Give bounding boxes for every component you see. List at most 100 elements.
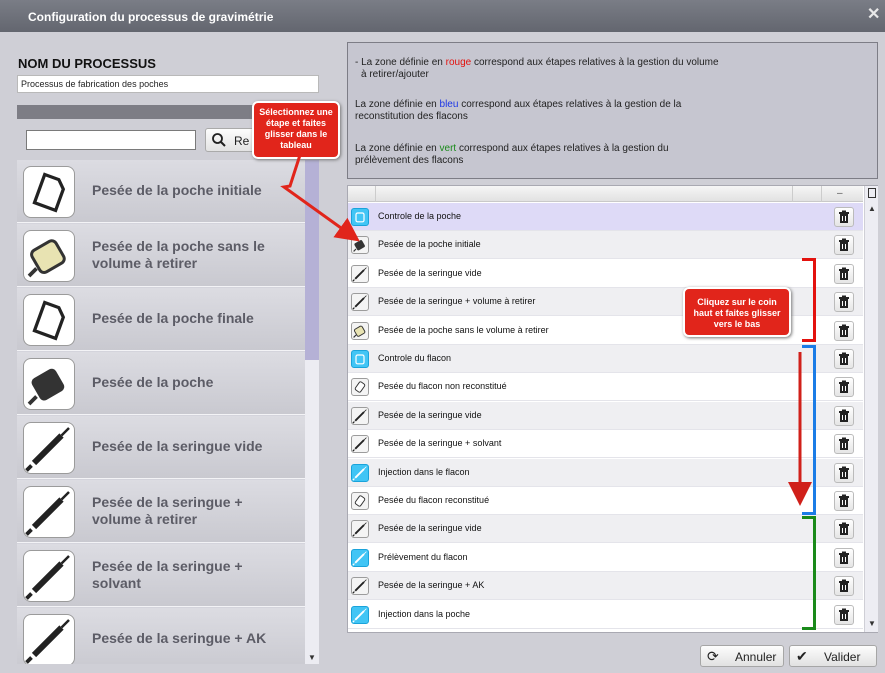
trash-icon[interactable]: [834, 263, 854, 284]
row-label: Pesée de la poche initiale: [378, 239, 481, 250]
row-label: Injection dans le flacon: [378, 466, 470, 477]
row-label: Pesée de la poche sans le volume à retir…: [378, 324, 549, 335]
trash-icon[interactable]: [834, 207, 854, 227]
info-red-line: - La zone définie en rouge correspond au…: [355, 57, 719, 80]
bag-scale-icon: [23, 294, 75, 346]
steps-list: Pesée de la poche initiale Pesée de la po…: [17, 160, 319, 664]
trash-icon[interactable]: [834, 462, 854, 483]
step-item[interactable]: Pesée de la seringue + volume à retirer: [17, 480, 307, 543]
syringe-icon: [351, 435, 369, 454]
vial-icon: [351, 492, 369, 510]
syringe-icon: [23, 422, 75, 474]
process-name-label: NOM DU PROCESSUS: [18, 56, 156, 71]
table-row[interactable]: Pesée du flacon non reconstitué: [348, 373, 863, 402]
row-label: Pesée du flacon non reconstitué: [378, 381, 507, 392]
table-row[interactable]: Pesée de la seringue vide: [348, 515, 863, 544]
trash-icon[interactable]: [834, 434, 854, 455]
syringe-icon: [23, 614, 75, 664]
step-item[interactable]: Pesée de la poche sans le volume à retir…: [17, 224, 307, 287]
bag-dark-icon: [23, 358, 75, 410]
syringe-icon: [351, 293, 369, 312]
syringe-blue-icon: [351, 605, 369, 624]
validate-button[interactable]: ✔ Valider: [789, 645, 877, 667]
scroll-down-icon[interactable]: ▼: [308, 653, 316, 662]
step-item[interactable]: Pesée de la seringue + AK: [17, 608, 307, 664]
table-row[interactable]: Pesée de la poche initiale: [348, 231, 863, 260]
syringe-icon: [351, 406, 369, 425]
search-input[interactable]: [26, 130, 196, 150]
process-steps-table[interactable]: – Controle de la poche Pesée de la poche …: [347, 185, 878, 633]
red-zone-bracket[interactable]: [802, 258, 816, 342]
bag-volume-icon: [23, 230, 75, 282]
syringe-icon: [351, 577, 369, 596]
syringe-blue-icon: [351, 548, 369, 567]
step-item[interactable]: Pesée de la poche initiale: [17, 160, 307, 223]
step-item[interactable]: Pesée de la poche: [17, 352, 307, 415]
vial-check-icon: [351, 350, 369, 368]
table-row[interactable]: Controle du flacon: [348, 345, 863, 373]
trash-icon[interactable]: [834, 576, 854, 597]
table-row[interactable]: Pesée du flacon reconstitué: [348, 487, 863, 515]
info-blue-line: La zone définie en bleu correspond aux é…: [355, 99, 682, 122]
table-row[interactable]: Injection dans le flacon: [348, 458, 863, 487]
scroll-down-icon[interactable]: ▼: [868, 619, 876, 628]
trash-icon[interactable]: [834, 519, 854, 540]
table-header: –: [348, 186, 863, 202]
drag-hint-callout: Sélectionnez une étape et faites glisser…: [252, 101, 340, 159]
trash-icon[interactable]: [834, 547, 854, 568]
row-label: Pesée de la seringue vide: [378, 409, 482, 420]
trash-icon[interactable]: [834, 491, 854, 511]
step-item[interactable]: Pesée de la seringue vide: [17, 416, 307, 479]
column-chooser-icon[interactable]: [868, 188, 876, 198]
step-label: Pesée de la poche: [92, 374, 214, 390]
cancel-button-label: Annuler: [735, 650, 777, 664]
step-label: Pesée de la seringue vide: [92, 438, 263, 454]
table-row[interactable]: Injection dans la poche: [348, 600, 863, 629]
table-row[interactable]: Pesée de la seringue + solvant: [348, 430, 863, 459]
search-button-label: Re: [234, 134, 250, 148]
row-label: Pesée de la seringue vide: [378, 523, 482, 534]
window-title: Configuration du processus de gravimétri…: [28, 10, 274, 24]
process-name-field[interactable]: Processus de fabrication des poches: [17, 75, 319, 93]
trash-icon[interactable]: [834, 349, 854, 369]
step-label: Pesée de la seringue + solvant: [92, 558, 243, 591]
bag-check-icon: [351, 208, 369, 226]
table-scrollbar[interactable]: ▲ ▼: [864, 186, 878, 632]
trash-icon[interactable]: [834, 235, 854, 256]
table-row[interactable]: Pesée de la seringue vide: [348, 401, 863, 430]
close-icon[interactable]: ✕: [867, 7, 881, 23]
row-label: Controle du flacon: [378, 353, 452, 363]
table-row[interactable]: Prélèvement du flacon: [348, 543, 863, 572]
blue-zone-bracket[interactable]: [802, 345, 816, 515]
step-item[interactable]: Pesée de la poche finale: [17, 288, 307, 351]
refresh-icon: ⟳: [707, 648, 719, 664]
step-item[interactable]: Pesée de la seringue + solvant: [17, 544, 307, 607]
trash-icon[interactable]: [834, 320, 854, 341]
scroll-up-icon[interactable]: ▲: [868, 204, 876, 213]
minus-icon[interactable]: –: [837, 188, 843, 199]
cancel-button[interactable]: ⟳ Annuler: [700, 645, 784, 667]
row-label: Injection dans la poche: [378, 608, 471, 619]
search-icon: [211, 132, 227, 151]
step-label: Pesée de la seringue + volume à retirer: [92, 494, 243, 527]
syringe-icon: [351, 264, 369, 283]
green-zone-bracket[interactable]: [802, 516, 816, 630]
table-row[interactable]: Pesée de la seringue vide: [348, 259, 863, 288]
trash-icon[interactable]: [834, 377, 854, 398]
bag-volume-icon: [351, 321, 369, 340]
table-row[interactable]: Controle de la poche: [348, 203, 863, 231]
row-label: Pesée de la seringue + AK: [378, 580, 485, 591]
syringe-icon: [23, 550, 75, 602]
title-bar[interactable]: Configuration du processus de gravimétri…: [0, 0, 885, 32]
step-label: Pesée de la poche sans le volume à retir…: [92, 238, 265, 271]
header-cell-bracket: [792, 186, 822, 202]
trash-icon[interactable]: [834, 604, 854, 625]
trash-icon[interactable]: [834, 292, 854, 313]
table-row[interactable]: Pesée de la seringue + AK: [348, 572, 863, 601]
row-label: Prélèvement du flacon: [378, 551, 468, 562]
trash-icon[interactable]: [834, 405, 854, 426]
scrollbar-thumb[interactable]: [305, 160, 319, 360]
validate-button-label: Valider: [824, 650, 861, 664]
steps-scrollbar[interactable]: ▼: [305, 160, 319, 664]
row-label: Pesée de la seringue vide: [378, 267, 482, 278]
